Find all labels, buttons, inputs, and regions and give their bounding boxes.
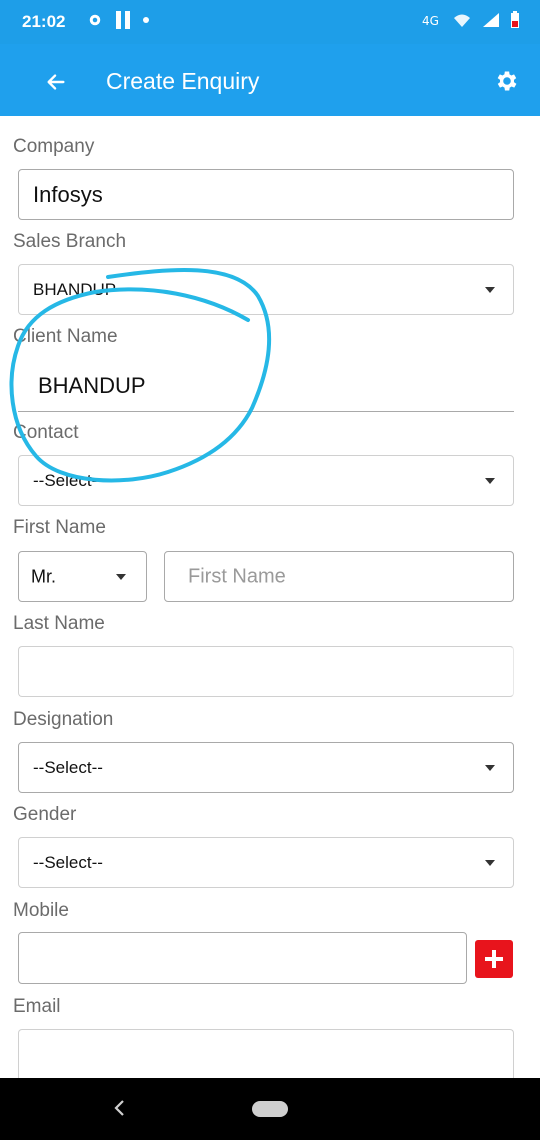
- add-mobile-button[interactable]: [475, 940, 513, 978]
- sales-branch-select[interactable]: BHANDUP: [18, 264, 514, 315]
- pause-icon: [116, 11, 130, 29]
- wifi-icon: [454, 14, 470, 27]
- nav-back-icon[interactable]: [112, 1098, 126, 1118]
- company-label: Company: [13, 136, 95, 157]
- system-nav-bar: [0, 1078, 540, 1140]
- chevron-down-icon: [485, 477, 495, 484]
- contact-select[interactable]: --Select--: [18, 455, 514, 506]
- dot-icon: [143, 17, 149, 23]
- company-field[interactable]: Infosys: [18, 169, 514, 220]
- signal-icon: [483, 13, 499, 27]
- gender-label: Gender: [13, 804, 77, 825]
- contact-value: --Select--: [33, 470, 103, 490]
- sales-branch-label: Sales Branch: [13, 231, 127, 252]
- first-name-placeholder: First Name: [188, 565, 286, 587]
- battery-icon: [511, 11, 519, 28]
- svg-text:4G: 4G: [422, 14, 439, 28]
- salutation-value: Mr.: [31, 566, 56, 586]
- settings-button[interactable]: [490, 64, 524, 98]
- back-button[interactable]: [38, 64, 74, 100]
- company-value: Infosys: [33, 181, 103, 207]
- last-name-label: Last Name: [13, 613, 105, 634]
- first-name-field[interactable]: First Name: [164, 551, 514, 602]
- settings-icon: [89, 14, 101, 26]
- designation-select[interactable]: --Select--: [18, 742, 514, 793]
- plus-icon: [485, 950, 503, 968]
- designation-value: --Select--: [33, 757, 103, 777]
- status-bar: 21:02 4G: [0, 0, 540, 44]
- gender-value: --Select--: [33, 852, 103, 872]
- designation-label: Designation: [13, 709, 114, 730]
- chevron-down-icon: [485, 286, 495, 293]
- email-label: Email: [13, 996, 61, 1017]
- last-name-field[interactable]: [18, 646, 514, 697]
- chevron-down-icon: [485, 859, 495, 866]
- arrow-left-icon: [47, 74, 65, 90]
- sales-branch-value: BHANDUP: [33, 279, 117, 299]
- page-title: Create Enquiry: [106, 68, 260, 94]
- mobile-label: Mobile: [13, 900, 69, 921]
- salutation-select[interactable]: Mr.: [18, 551, 147, 602]
- chevron-down-icon: [485, 764, 495, 771]
- chevron-down-icon: [116, 573, 126, 580]
- gear-icon: [497, 71, 517, 91]
- first-name-label: First Name: [13, 517, 106, 538]
- contact-label: Contact: [13, 422, 79, 443]
- client-name-value: BHANDUP: [38, 372, 146, 398]
- app-bar: Create Enquiry: [0, 44, 540, 116]
- status-time: 21:02: [22, 12, 66, 31]
- data-icon: 4G: [422, 14, 439, 28]
- nav-home-pill[interactable]: [252, 1101, 288, 1117]
- client-name-field[interactable]: BHANDUP: [18, 360, 514, 412]
- mobile-field[interactable]: [18, 932, 467, 984]
- client-name-label: Client Name: [13, 326, 118, 347]
- gender-select[interactable]: --Select--: [18, 837, 514, 888]
